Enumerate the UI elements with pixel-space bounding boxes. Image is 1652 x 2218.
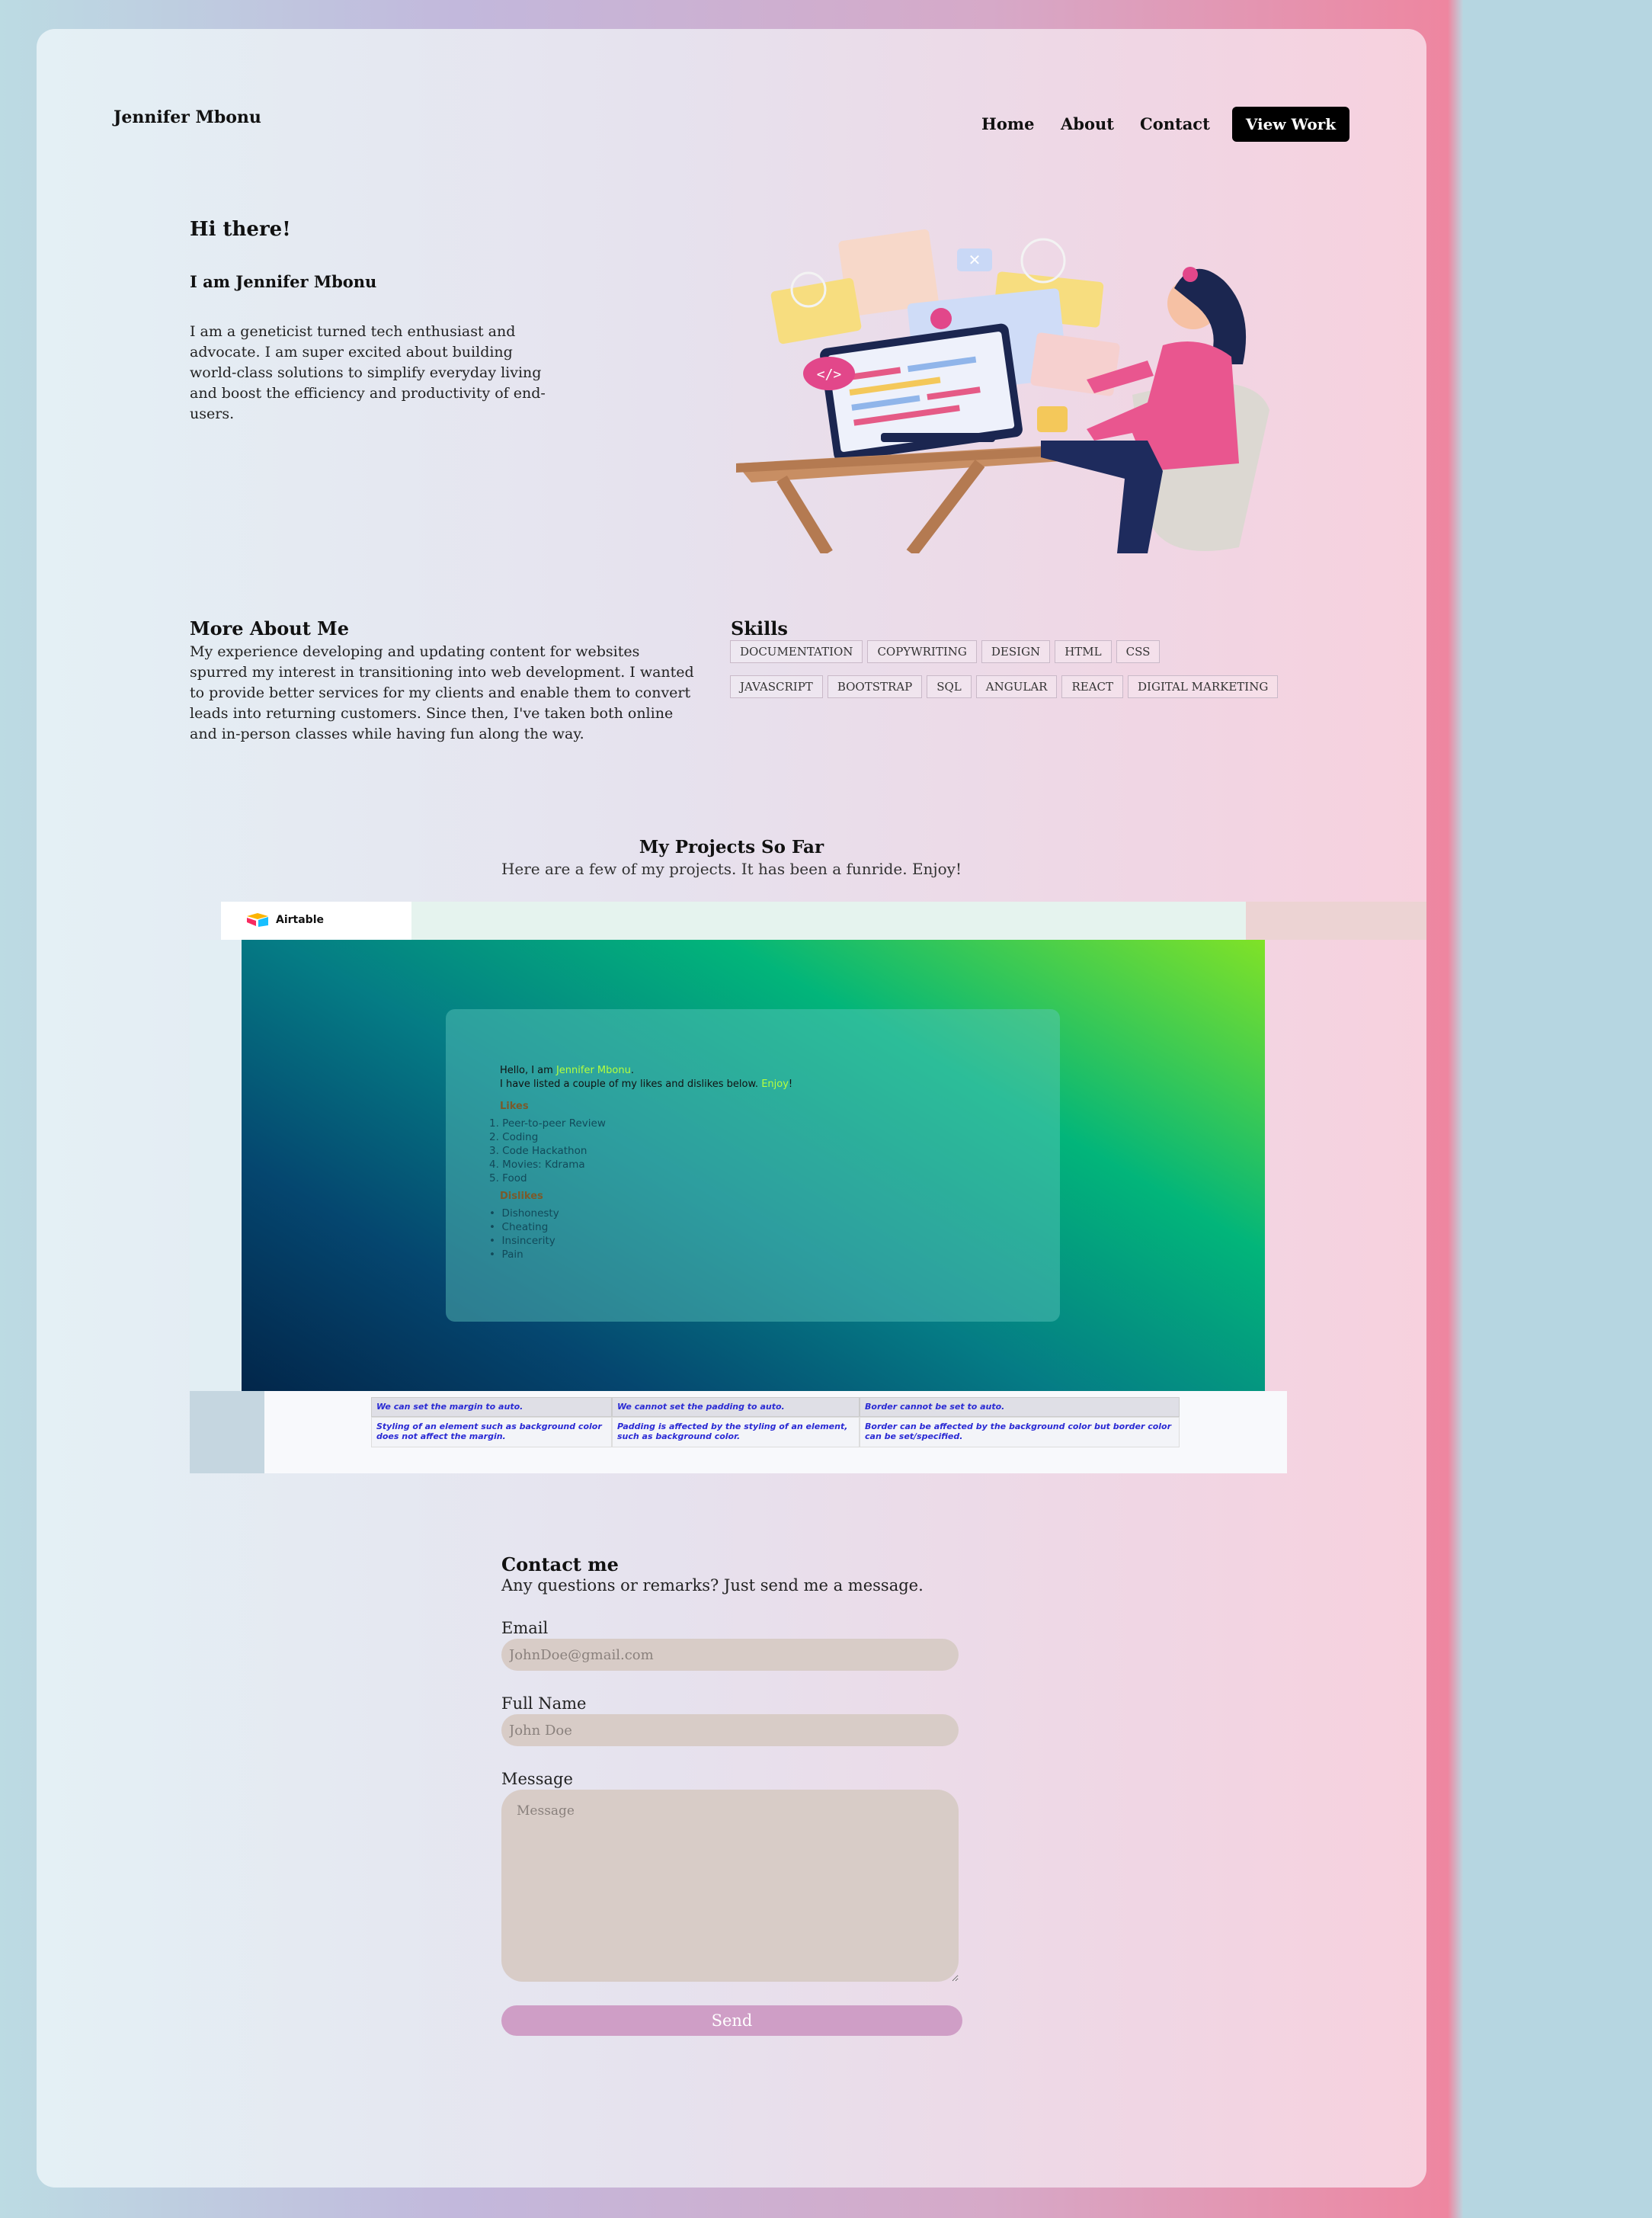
- hero-name-line: I am Jennifer Mbonu: [190, 272, 377, 291]
- dislike-item: • Dishonesty: [489, 1207, 559, 1220]
- skills-list: DOCUMENTATION COPYWRITING DESIGN HTML CS…: [730, 640, 1286, 698]
- svg-text:✕: ✕: [968, 251, 981, 269]
- developer-at-desk-illustration: ✕ </>: [736, 229, 1269, 553]
- contact-subtitle: Any questions or remarks? Just send me a…: [501, 1576, 924, 1595]
- full-name-field[interactable]: [501, 1714, 959, 1746]
- table-preview-margin: [190, 1391, 264, 1473]
- svg-text:</>: </>: [817, 367, 842, 383]
- message-label: Message: [501, 1770, 573, 1788]
- dislike-item: • Pain: [489, 1248, 523, 1261]
- email-field[interactable]: [501, 1639, 959, 1671]
- table-header-cell: Border cannot be set to auto.: [860, 1397, 1180, 1417]
- airtable-label: Airtable: [276, 914, 324, 926]
- view-work-button[interactable]: View Work: [1232, 107, 1349, 142]
- table-cell: Padding is affected by the styling of an…: [612, 1417, 860, 1447]
- table-header-cell: We cannot set the padding to auto.: [612, 1397, 860, 1417]
- project-preview-margin: [190, 940, 242, 1391]
- skill-tag: REACT: [1061, 675, 1124, 698]
- project-preview-likes-dislikes[interactable]: Hello, I am Jennifer Mbonu. I have liste…: [242, 940, 1265, 1391]
- like-item: 2. Coding: [489, 1131, 539, 1143]
- airtable-icon: [247, 913, 268, 927]
- skill-tag: BOOTSTRAP: [827, 675, 923, 698]
- nav-home[interactable]: Home: [981, 114, 1034, 133]
- skill-tag: DIGITAL MARKETING: [1128, 675, 1279, 698]
- nav-contact[interactable]: Contact: [1140, 114, 1210, 133]
- project-preview-css-table[interactable]: We can set the margin to auto. We cannot…: [264, 1391, 1287, 1473]
- like-item: 5. Food: [489, 1172, 527, 1184]
- preview-card: Hello, I am Jennifer Mbonu. I have liste…: [446, 1009, 1060, 1322]
- send-button[interactable]: Send: [501, 2005, 962, 2036]
- table-cell: Styling of an element such as background…: [371, 1417, 612, 1447]
- contact-title: Contact me: [501, 1553, 619, 1575]
- preview-hello: Hello, I am Jennifer Mbonu.: [500, 1065, 634, 1076]
- message-field[interactable]: [501, 1790, 959, 1982]
- dislikes-title: Dislikes: [500, 1191, 543, 1202]
- skill-tag: DESIGN: [981, 640, 1051, 663]
- dislike-item: • Cheating: [489, 1221, 549, 1233]
- like-item: 4. Movies: Kdrama: [489, 1159, 585, 1171]
- about-title: More About Me: [190, 617, 349, 639]
- like-item: 3. Code Hackathon: [489, 1145, 587, 1157]
- skill-tag: HTML: [1055, 640, 1112, 663]
- hero-intro: I am a geneticist turned tech enthusiast…: [190, 323, 546, 422]
- skill-tag: JAVASCRIPT: [730, 675, 823, 698]
- email-label: Email: [501, 1619, 549, 1637]
- nav-about[interactable]: About: [1061, 114, 1114, 133]
- project-header-strip: [411, 902, 1246, 940]
- skill-tag: ANGULAR: [975, 675, 1058, 698]
- dislike-item: • Insincerity: [489, 1235, 555, 1247]
- skill-tag: CSS: [1116, 640, 1161, 663]
- skills-title: Skills: [731, 617, 788, 639]
- like-item: 1. Peer-to-peer Review: [489, 1117, 606, 1130]
- likes-title: Likes: [500, 1101, 529, 1112]
- preview-intro: I have listed a couple of my likes and d…: [500, 1079, 793, 1090]
- hero-greeting: Hi there!: [190, 218, 291, 241]
- skill-tag: COPYWRITING: [867, 640, 977, 663]
- page-right-background: [1463, 0, 1652, 2218]
- skill-tag: SQL: [927, 675, 972, 698]
- brand-name[interactable]: Jennifer Mbonu: [114, 107, 261, 127]
- airtable-logo[interactable]: Airtable: [245, 913, 324, 927]
- table-header-cell: We can set the margin to auto.: [371, 1397, 612, 1417]
- skill-tag: DOCUMENTATION: [730, 640, 863, 663]
- projects-subtitle: Here are a few of my projects. It has be…: [501, 860, 962, 878]
- projects-title: My Projects So Far: [639, 837, 824, 857]
- about-text: My experience developing and updating co…: [190, 643, 694, 742]
- portfolio-page: Jennifer Mbonu Home About Contact View W…: [37, 29, 1426, 2188]
- full-name-label: Full Name: [501, 1694, 587, 1713]
- table-cell: Border can be affected by the background…: [860, 1417, 1180, 1447]
- project-header-right: [1246, 902, 1426, 940]
